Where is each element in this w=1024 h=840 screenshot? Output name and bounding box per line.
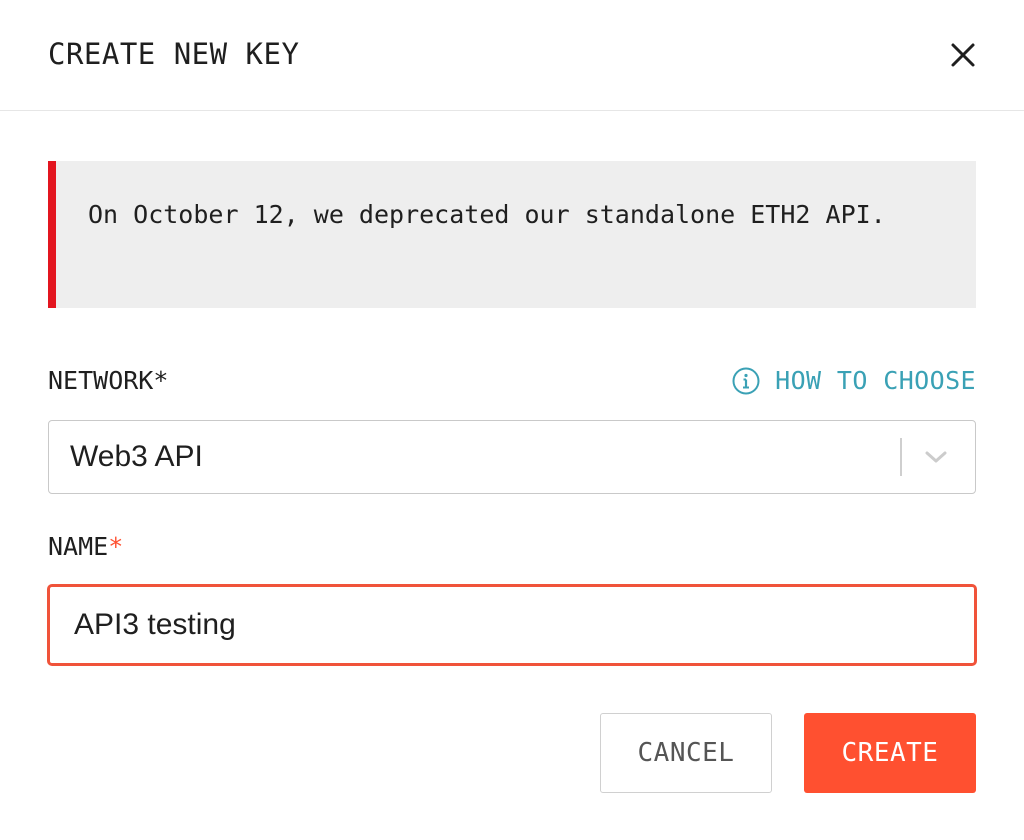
- dialog-title: CREATE NEW KEY: [48, 37, 300, 71]
- create-button[interactable]: CREATE: [804, 713, 976, 793]
- network-select-value: Web3 API: [70, 440, 203, 473]
- name-label: NAME*: [48, 530, 123, 564]
- name-label-text: NAME: [48, 532, 109, 561]
- close-icon: [951, 43, 975, 67]
- network-label: NETWORK*: [48, 366, 169, 395]
- info-icon: [732, 367, 760, 395]
- chevron-down-icon: [925, 451, 947, 463]
- close-button[interactable]: [946, 38, 980, 72]
- cancel-button[interactable]: CANCEL: [600, 713, 772, 793]
- how-to-choose-label: HOW TO CHOOSE: [775, 366, 976, 395]
- select-divider: [900, 438, 902, 476]
- deprecation-notice: On October 12, we deprecated our standal…: [48, 161, 976, 308]
- required-marker: *: [108, 532, 124, 561]
- how-to-choose-link[interactable]: HOW TO CHOOSE: [731, 364, 976, 398]
- create-key-dialog: CREATE NEW KEY On October 12, we depreca…: [0, 0, 1024, 840]
- name-input[interactable]: [47, 584, 977, 666]
- notice-text: On October 12, we deprecated our standal…: [88, 200, 886, 229]
- dialog-header: CREATE NEW KEY: [0, 0, 1024, 111]
- network-select[interactable]: Web3 API: [48, 420, 976, 494]
